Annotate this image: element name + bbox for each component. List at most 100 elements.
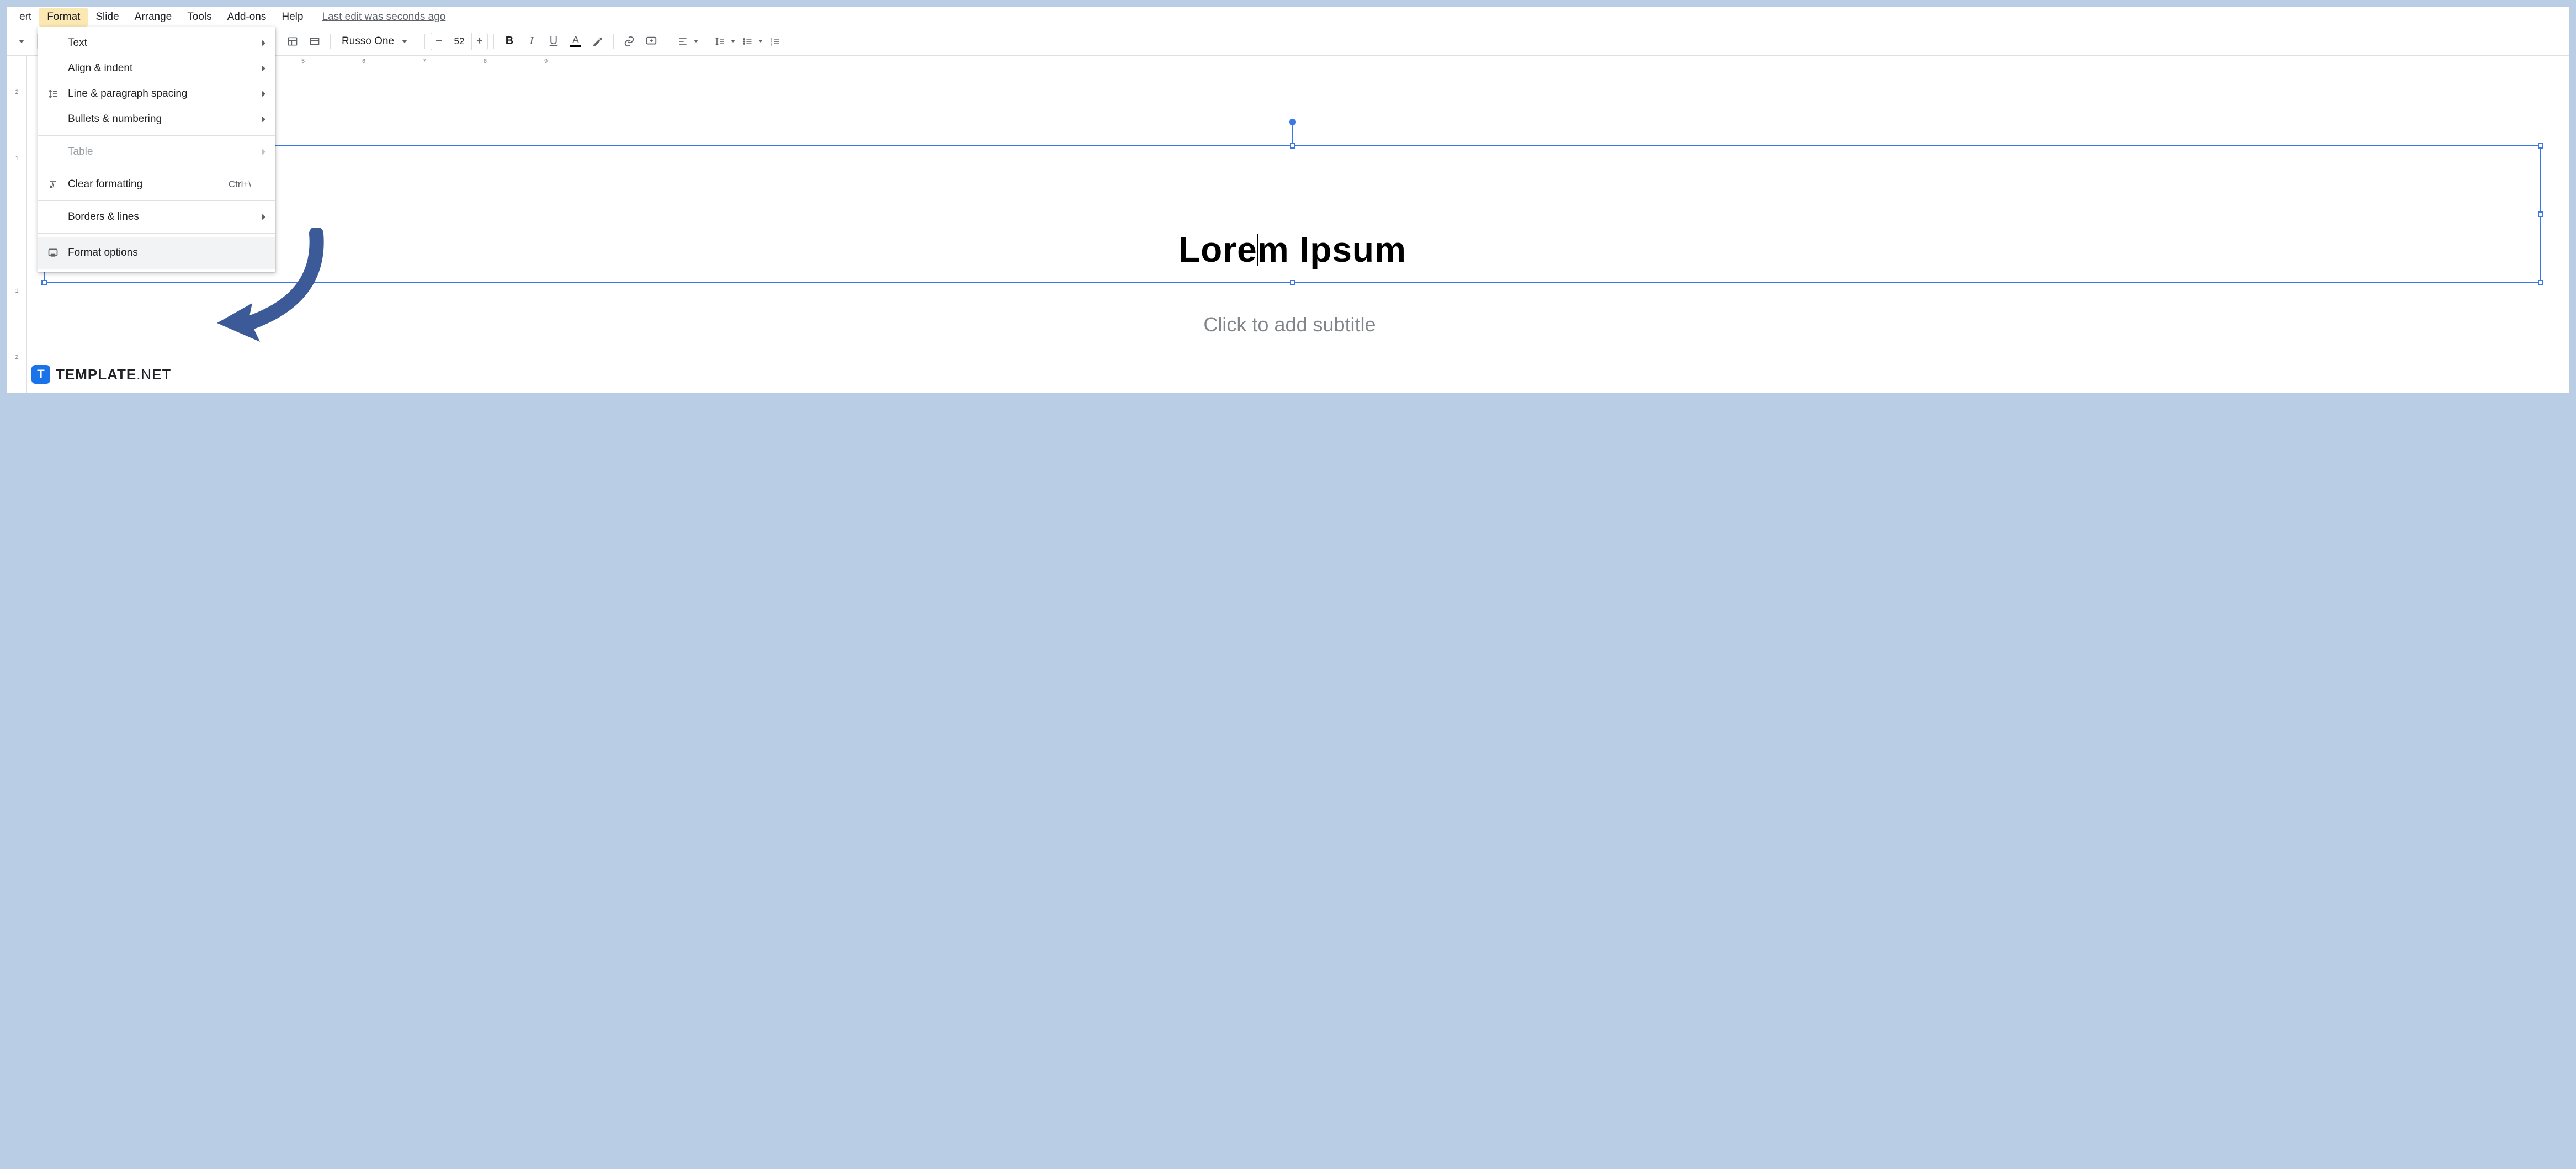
watermark-text: TEMPLATE.NET xyxy=(56,366,171,383)
dd-label: Table xyxy=(68,146,93,158)
align-button[interactable] xyxy=(673,31,693,51)
toolbar: Russo One − + B I U A xyxy=(7,27,2569,56)
dd-bullets-numbering[interactable]: Bullets & numbering xyxy=(38,107,275,132)
title-part-before: Lore xyxy=(1178,230,1257,269)
dd-format-options[interactable]: Format options xyxy=(38,237,275,269)
layout-icon xyxy=(287,36,298,47)
ruler-tick: 9 xyxy=(544,58,548,65)
font-size-stepper: − + xyxy=(431,33,488,50)
dd-label: Align & indent xyxy=(68,62,132,75)
dd-clear-formatting[interactable]: Clear formatting Ctrl+\ xyxy=(38,172,275,197)
menu-addons[interactable]: Add-ons xyxy=(220,8,274,27)
resize-handle-tm[interactable] xyxy=(1290,143,1295,149)
dd-align-indent[interactable]: Align & indent xyxy=(38,56,275,81)
shortcut-label: Ctrl+\ xyxy=(229,179,251,190)
dropdown-separator xyxy=(38,200,275,201)
toolbar-btn-left-partial[interactable] xyxy=(12,31,31,51)
menu-tools[interactable]: Tools xyxy=(179,8,219,27)
ruler-tick: 8 xyxy=(484,58,487,65)
workspace: 2 1 1 2 1 2 3 4 5 6 7 8 9 xyxy=(7,56,2569,393)
text-color-button[interactable]: A xyxy=(566,31,586,51)
rotate-connector xyxy=(1292,122,1293,144)
menu-insert[interactable]: ert xyxy=(12,8,39,27)
toolbar-separator xyxy=(330,34,331,49)
chevron-right-icon xyxy=(262,214,265,220)
line-spacing-button[interactable] xyxy=(710,31,730,51)
subtitle-placeholder[interactable]: Click to add subtitle xyxy=(27,313,2552,336)
toolbar-separator xyxy=(493,34,494,49)
dd-label: Line & paragraph spacing xyxy=(68,88,188,100)
watermark-brand: TEMPLATE xyxy=(56,366,136,383)
link-icon xyxy=(623,35,635,47)
dd-line-spacing[interactable]: Line & paragraph spacing xyxy=(38,81,275,107)
insert-link-button[interactable] xyxy=(619,31,639,51)
insert-comment-button[interactable] xyxy=(641,31,661,51)
resize-handle-mr[interactable] xyxy=(2538,211,2543,217)
chevron-down-icon xyxy=(402,40,407,43)
numbered-list-button[interactable]: 123 xyxy=(765,31,785,51)
dd-label: Text xyxy=(68,37,87,49)
rotate-handle[interactable] xyxy=(1289,119,1296,125)
dropdown-separator xyxy=(38,135,275,136)
underline-icon: U xyxy=(550,35,557,47)
watermark-icon: T xyxy=(31,365,50,384)
title-part-after: m Ipsum xyxy=(1257,230,1406,269)
resize-handle-tr[interactable] xyxy=(2538,143,2543,149)
ruler-tick: 1 xyxy=(7,288,26,294)
chevron-right-icon xyxy=(262,116,265,123)
highlight-color-button[interactable] xyxy=(588,31,608,51)
bullet-list-button[interactable] xyxy=(737,31,757,51)
resize-handle-bl[interactable] xyxy=(41,280,47,285)
ruler-tick: 7 xyxy=(423,58,426,65)
increase-size-button[interactable]: + xyxy=(472,33,487,50)
chevron-right-icon xyxy=(262,91,265,97)
toolbar-separator xyxy=(613,34,614,49)
align-icon xyxy=(677,36,688,47)
bullet-list-icon xyxy=(742,36,753,47)
comment-icon xyxy=(645,35,657,47)
theme-icon xyxy=(309,36,320,47)
chevron-down-icon xyxy=(694,40,698,43)
theme-button[interactable] xyxy=(305,31,325,51)
resize-handle-br[interactable] xyxy=(2538,280,2543,285)
dd-label: Borders & lines xyxy=(68,211,139,223)
chevron-down-icon xyxy=(758,40,763,43)
color-swatch xyxy=(570,45,581,47)
decrease-size-button[interactable]: − xyxy=(431,33,447,50)
app-window: ert Format Slide Arrange Tools Add-ons H… xyxy=(7,7,2569,393)
chevron-right-icon xyxy=(262,40,265,46)
dd-borders-lines[interactable]: Borders & lines xyxy=(38,204,275,230)
layout-button[interactable] xyxy=(283,31,302,51)
ruler-tick: 1 xyxy=(7,155,26,162)
text-color-icon: A xyxy=(572,34,579,46)
bold-icon: B xyxy=(506,35,513,47)
italic-button[interactable]: I xyxy=(522,31,541,51)
menu-help[interactable]: Help xyxy=(274,8,311,27)
ruler-tick: 2 xyxy=(7,354,26,361)
bold-button[interactable]: B xyxy=(500,31,519,51)
chevron-down-icon xyxy=(731,40,735,43)
font-size-input[interactable] xyxy=(447,33,472,50)
font-picker[interactable]: Russo One xyxy=(336,33,419,50)
title-textbox[interactable]: Lorem Ipsum xyxy=(44,145,2541,283)
resize-handle-bm[interactable] xyxy=(1290,280,1295,285)
dd-text[interactable]: Text xyxy=(38,30,275,56)
menu-arrange[interactable]: Arrange xyxy=(127,8,180,27)
vertical-ruler: 2 1 1 2 xyxy=(7,56,27,393)
slide-canvas[interactable]: Lorem Ipsum Click to add subtitle xyxy=(27,70,2569,393)
clear-formatting-icon xyxy=(47,178,59,191)
chevron-right-icon xyxy=(262,65,265,72)
italic-icon: I xyxy=(530,35,534,47)
menu-format[interactable]: Format xyxy=(39,8,88,27)
format-dropdown: Text Align & indent Line & paragraph spa… xyxy=(38,27,275,272)
last-edit-link[interactable]: Last edit was seconds ago xyxy=(322,11,445,23)
dd-label: Format options xyxy=(68,247,138,259)
toolbar-separator xyxy=(424,34,425,49)
menu-slide[interactable]: Slide xyxy=(88,8,126,27)
underline-button[interactable]: U xyxy=(544,31,564,51)
chevron-down-icon xyxy=(19,40,24,43)
format-options-icon xyxy=(47,247,59,259)
title-text[interactable]: Lorem Ipsum xyxy=(45,229,2540,270)
dropdown-separator xyxy=(38,233,275,234)
watermark-suffix: .NET xyxy=(136,366,171,383)
